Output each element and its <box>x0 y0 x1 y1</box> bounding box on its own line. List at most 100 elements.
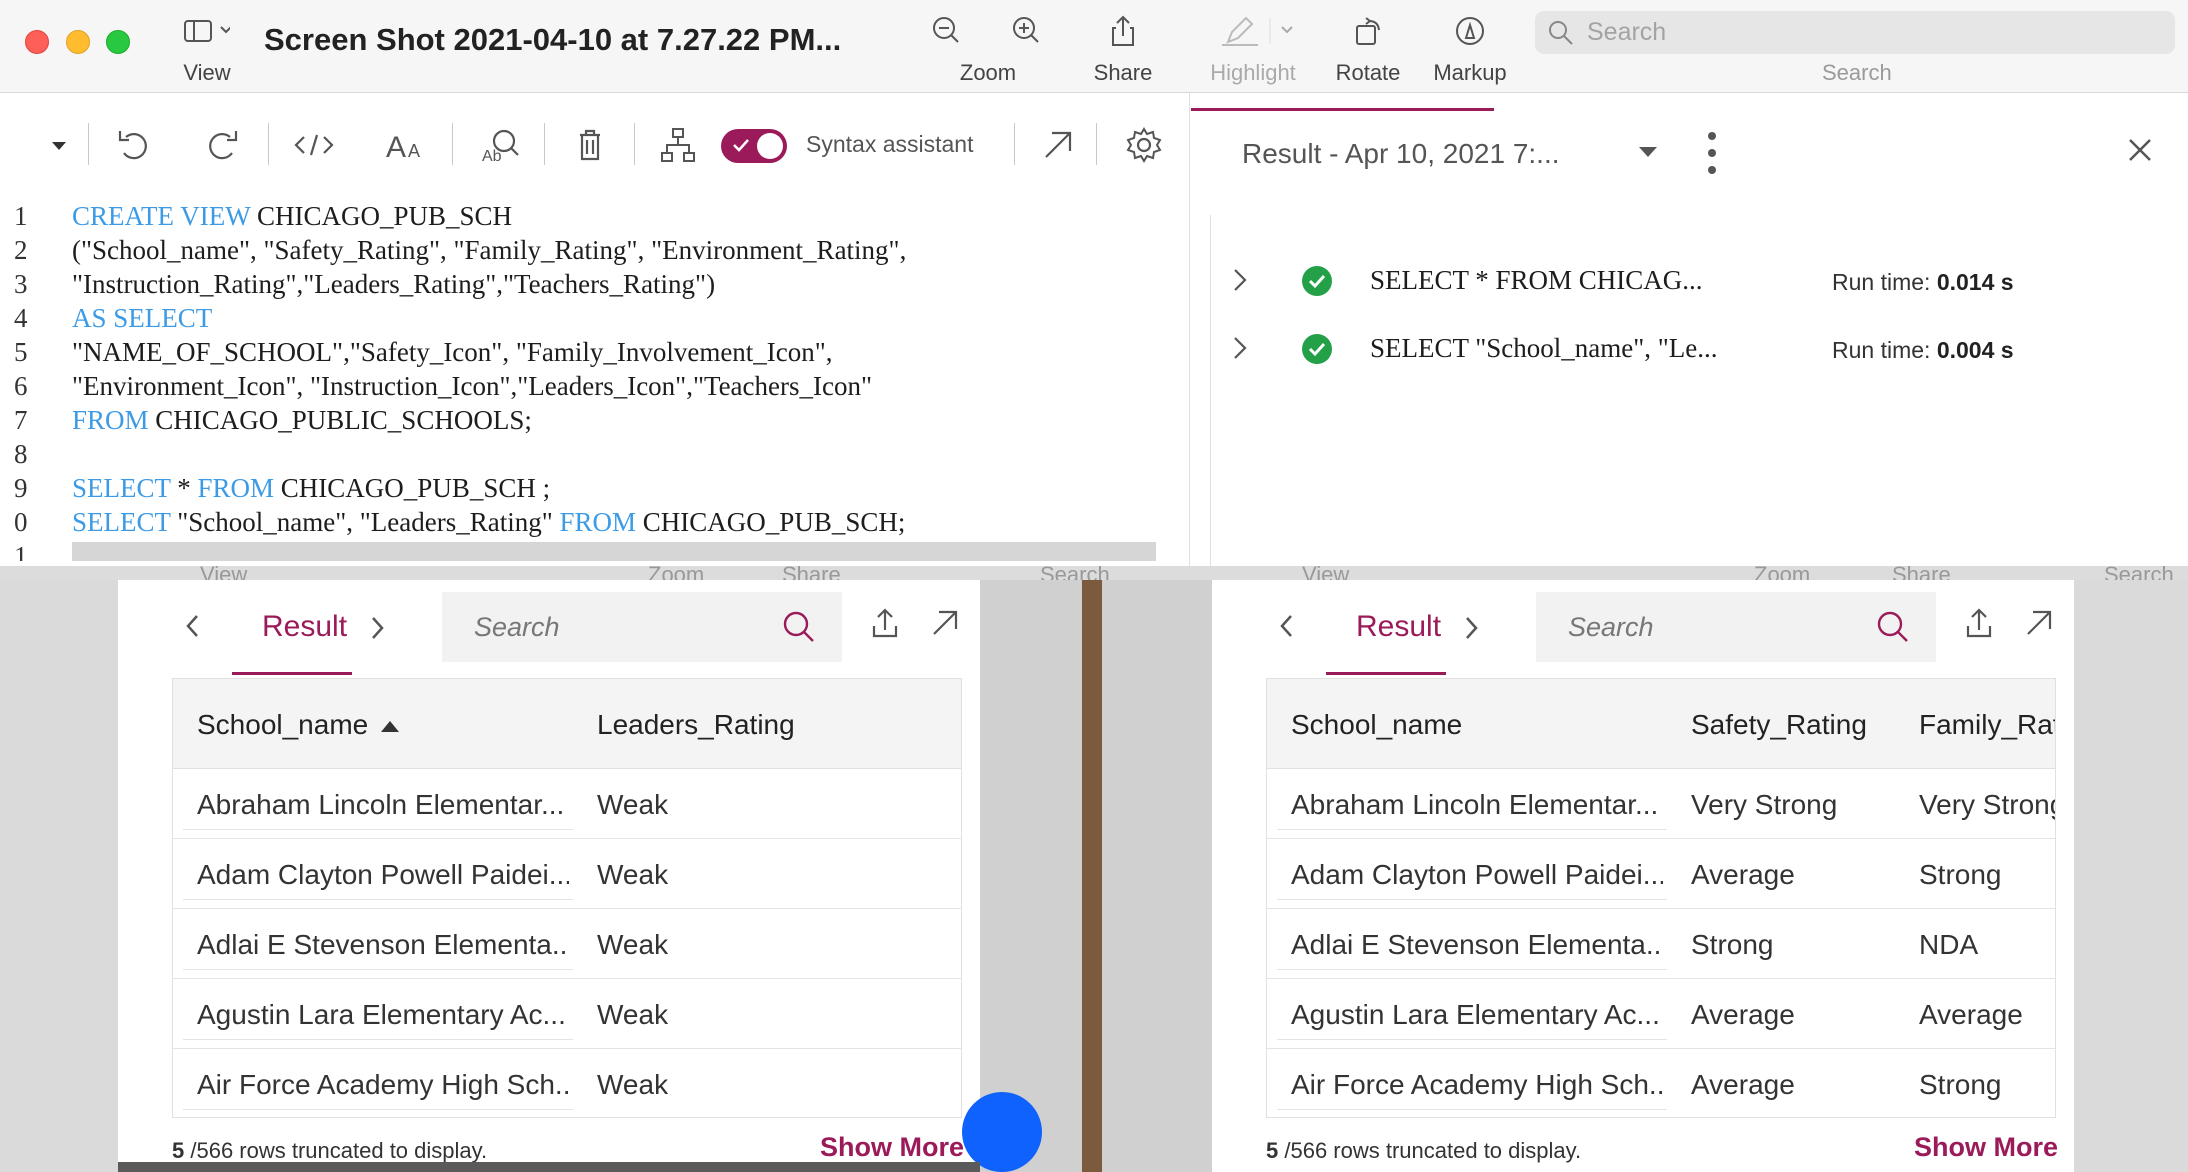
undo-icon[interactable] <box>114 125 154 165</box>
code-line[interactable]: 8 <box>0 439 1190 473</box>
find-replace-icon[interactable]: Ab <box>478 125 522 165</box>
minimize-window-button[interactable] <box>66 30 90 54</box>
cell-divider <box>183 899 573 900</box>
query-run-item[interactable]: SELECT "School_name", "Le... Run time: 0.… <box>1230 319 2170 379</box>
close-window-button[interactable] <box>25 30 49 54</box>
sort-ascending-icon[interactable] <box>381 721 399 732</box>
table-row[interactable]: Adlai E Stevenson Elementa... Strong NDA <box>1267 909 2055 979</box>
table-row[interactable]: Agustin Lara Elementary Ac... Average Aver… <box>1267 979 2055 1049</box>
table-cell: Very Strong <box>1919 789 2056 820</box>
column-header-leaders-rating[interactable]: Leaders_Rating <box>597 709 795 741</box>
line-number: 5 <box>14 337 28 367</box>
chevron-right-icon[interactable] <box>1230 333 1250 363</box>
table-cell: Strong <box>1919 859 2002 890</box>
result-search-input[interactable]: Search <box>442 592 842 662</box>
checkmark-icon <box>733 139 749 152</box>
toolbar-divider <box>268 123 269 165</box>
column-header-school-name[interactable]: School_name <box>1291 709 1462 741</box>
chevron-right-icon[interactable] <box>368 614 386 642</box>
column-header-school-name[interactable]: School_name <box>197 709 368 741</box>
close-icon[interactable] <box>2125 135 2155 165</box>
column-header-family-rating[interactable]: Family_Rat <box>1919 709 2055 741</box>
sql-text: ("School_name", "Safety_Rating", "Family… <box>72 235 907 265</box>
result-table: School_name Safety_Rating Family_Rat Abr… <box>1266 678 2056 1118</box>
table-row[interactable]: Adam Clayton Powell Paidei... Weak <box>173 839 961 909</box>
expand-arrow-icon[interactable] <box>1038 125 1078 165</box>
markup-label: Markup <box>1433 60 1507 85</box>
code-line[interactable]: 4 AS SELECT <box>0 303 1190 337</box>
show-more-link[interactable]: Show More <box>820 1132 964 1163</box>
markup-button[interactable]: Markup <box>1430 0 1510 93</box>
horizontal-scrollbar[interactable] <box>118 1162 980 1172</box>
rotate-button[interactable]: Rotate <box>1328 0 1408 93</box>
caret-down-icon[interactable] <box>1637 145 1659 159</box>
table-row[interactable]: Abraham Lincoln Elementar... Very Strong V… <box>1267 769 2055 839</box>
query-run-item[interactable]: SELECT * FROM CHICAG... Run time: 0.014 s <box>1230 251 2170 311</box>
export-icon[interactable] <box>870 606 900 640</box>
code-line[interactable]: 1 <box>0 541 1190 561</box>
table-row[interactable]: Agustin Lara Elementary Ac... Weak <box>173 979 961 1049</box>
code-line[interactable]: 2 ("School_name", "Safety_Rating", "Famil… <box>0 235 1190 269</box>
trash-icon[interactable] <box>570 125 610 165</box>
sql-text: CHICAGO_PUB_SCH; <box>636 507 906 537</box>
chevron-right-icon[interactable] <box>1230 265 1250 295</box>
font-size-icon[interactable]: A A <box>384 125 428 165</box>
caret-down-icon[interactable] <box>46 125 72 165</box>
table-row[interactable]: Adlai E Stevenson Elementa... Weak <box>173 909 961 979</box>
code-line[interactable]: 9 SELECT * FROM CHICAGO_PUB_SCH ; <box>0 473 1190 507</box>
cell-divider <box>1277 899 1667 900</box>
floating-action-button[interactable] <box>962 1092 1042 1172</box>
sql-code-area[interactable]: 1 CREATE VIEW CHICAGO_PUB_SCH 2 ("School_na… <box>0 181 1190 561</box>
result-tab[interactable]: Result <box>262 610 347 644</box>
code-line[interactable]: 3 "Instruction_Rating","Leaders_Rating","… <box>0 269 1190 303</box>
redo-icon[interactable] <box>202 125 242 165</box>
rotate-label: Rotate <box>1335 60 1401 85</box>
zoom-button[interactable]: Zoom <box>928 0 1048 93</box>
code-line[interactable]: 1 CREATE VIEW CHICAGO_PUB_SCH <box>0 201 1190 235</box>
code-line[interactable]: 5 "NAME_OF_SCHOOL","Safety_Icon", "Family… <box>0 337 1190 371</box>
code-format-icon[interactable] <box>292 125 336 165</box>
table-row[interactable]: Air Force Academy High Sch... Average Stro… <box>1267 1049 2055 1117</box>
overflow-menu-icon[interactable] <box>1707 131 1717 175</box>
table-header: School_name Safety_Rating Family_Rat <box>1267 679 2055 769</box>
chevron-right-icon[interactable] <box>1462 614 1480 642</box>
result-tab[interactable]: Result <box>1356 610 1441 644</box>
expand-arrow-icon[interactable] <box>2024 608 2054 638</box>
line-number: 3 <box>14 269 28 299</box>
column-header-safety-rating[interactable]: Safety_Rating <box>1691 709 1867 741</box>
result-search-input[interactable]: Search <box>1536 592 1936 662</box>
svg-text:A: A <box>408 141 420 161</box>
search-icon <box>783 611 814 642</box>
zoom-out-in-icon <box>933 17 1039 43</box>
code-line[interactable]: 7 FROM CHICAGO_PUBLIC_SCHOOLS; <box>0 405 1190 439</box>
table-row[interactable]: Adam Clayton Powell Paidei... Average Stro… <box>1267 839 2055 909</box>
chevron-left-icon[interactable] <box>184 612 202 640</box>
syntax-assistant-toggle[interactable] <box>721 129 787 163</box>
settings-gear-icon[interactable] <box>1124 125 1164 165</box>
show-more-link[interactable]: Show More <box>1914 1132 2058 1163</box>
svg-text:Ab: Ab <box>482 148 502 165</box>
table-cell: Adam Clayton Powell Paidei... <box>197 859 569 890</box>
table-row[interactable]: Air Force Academy High Sch... Weak <box>173 1049 961 1117</box>
code-text: FROM CHICAGO_PUBLIC_SCHOOLS; <box>72 405 532 436</box>
zoom-window-button[interactable] <box>106 30 130 54</box>
code-line[interactable]: 6 "Environment_Icon", "Instruction_Icon",… <box>0 371 1190 405</box>
chevron-left-icon[interactable] <box>1278 612 1296 640</box>
table-row[interactable]: Abraham Lincoln Elementar... Weak <box>173 769 961 839</box>
highlight-button[interactable]: Highlight <box>1198 0 1308 93</box>
code-text: AS SELECT <box>72 303 212 334</box>
truncated-text: /566 rows truncated to display. <box>1278 1138 1582 1163</box>
sidebar-icon <box>184 20 230 42</box>
titlebar-search-field[interactable]: Search <box>1535 11 2175 54</box>
code-text: "Instruction_Rating","Leaders_Rating","T… <box>72 269 715 300</box>
preview-titlebar: View Screen Shot 2021-04-10 at 7.27.22 P… <box>0 0 2188 93</box>
schema-tree-icon[interactable] <box>658 125 698 165</box>
share-button[interactable]: Share <box>1083 0 1163 93</box>
sql-text: "Environment_Icon", "Instruction_Icon","… <box>72 371 873 401</box>
view-menu-button[interactable]: View <box>172 0 242 93</box>
expand-arrow-icon[interactable] <box>930 608 960 638</box>
code-line[interactable]: 0 SELECT "School_name", "Leaders_Rating" … <box>0 507 1190 541</box>
run-time-value: 0.004 s <box>1936 337 2014 363</box>
export-icon[interactable] <box>1964 606 1994 640</box>
table-header: School_name Leaders_Rating <box>173 679 961 769</box>
